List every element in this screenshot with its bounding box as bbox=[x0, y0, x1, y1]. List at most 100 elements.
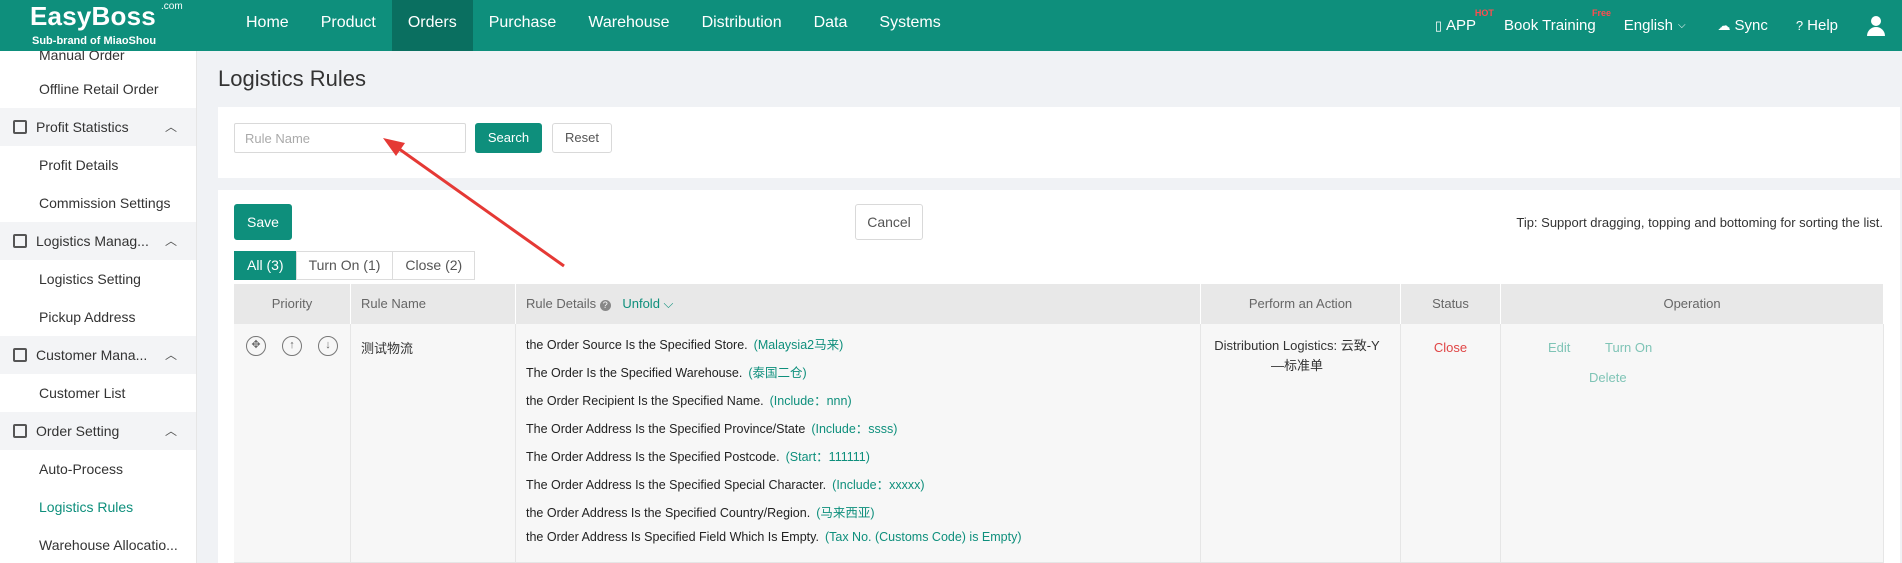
search-button[interactable]: Search bbox=[475, 123, 542, 153]
condition-value: (Tax No. (Customs Code) is Empty) bbox=[824, 530, 1022, 544]
sidebar-group-profit-statistics[interactable]: Profit Statistics ︿ bbox=[0, 108, 196, 146]
truck-icon bbox=[13, 234, 27, 248]
sidebar-item-logistics-rules[interactable]: Logistics Rules bbox=[0, 488, 196, 526]
nav-purchase[interactable]: Purchase bbox=[473, 0, 573, 51]
app-link[interactable]: ▯ APP HOT bbox=[1434, 8, 1494, 34]
rule-condition: The Order Address Is the Specified Provi… bbox=[526, 418, 897, 437]
search-panel: Search Reset bbox=[218, 107, 1900, 178]
nav-orders[interactable]: Orders bbox=[391, 0, 473, 51]
nav-systems[interactable]: Systems bbox=[863, 0, 956, 51]
action-description: Distribution Logistics: 云致-Y —标准单 bbox=[1213, 336, 1381, 376]
help-link[interactable]: ? Help bbox=[1796, 17, 1838, 34]
condition-text: The Order Is the Specified Warehouse. bbox=[526, 366, 743, 380]
easyboss-logo[interactable]: EasyBoss .com Sub-brand of MiaoShou bbox=[30, 1, 183, 49]
free-badge: Free bbox=[1592, 8, 1612, 18]
condition-text: The Order Address Is the Specified Provi… bbox=[526, 422, 806, 436]
sidebar-item-profit-details[interactable]: Profit Details bbox=[0, 146, 196, 184]
sidebar-group-order-setting[interactable]: Order Setting ︿ bbox=[0, 412, 196, 450]
nav-product[interactable]: Product bbox=[305, 0, 392, 51]
status-tabs: All (3) Turn On (1) Close (2) bbox=[234, 251, 476, 280]
condition-value: (泰国二仓) bbox=[748, 366, 807, 380]
turn-on-link[interactable]: Turn On bbox=[1605, 340, 1652, 355]
action-line: Distribution Logistics: 云致-Y bbox=[1214, 338, 1380, 353]
rule-name-search-input[interactable] bbox=[234, 123, 466, 153]
sidebar: Manual Order Offline Retail Order Profit… bbox=[0, 51, 197, 563]
rule-name: 测试物流 bbox=[361, 341, 414, 356]
customer-icon bbox=[13, 348, 27, 362]
table-row-rule-name-cell: 测试物流 bbox=[351, 324, 516, 563]
top-navigation-bar: EasyBoss .com Sub-brand of MiaoShou Home… bbox=[0, 0, 1902, 51]
nav-distribution[interactable]: Distribution bbox=[686, 0, 798, 51]
mobile-icon: ▯ bbox=[1434, 17, 1442, 33]
column-header-rule-details: Rule Details ? Unfold ⌵ bbox=[516, 284, 1201, 324]
cancel-button[interactable]: Cancel bbox=[855, 204, 923, 240]
move-to-top-icon[interactable]: ↑ bbox=[282, 336, 302, 356]
sidebar-group-label: Logistics Manag... bbox=[36, 233, 149, 249]
drag-move-icon[interactable]: ✥ bbox=[246, 336, 266, 356]
language-selector[interactable]: English ⌵ bbox=[1624, 17, 1690, 34]
edit-link[interactable]: Edit bbox=[1548, 340, 1570, 355]
user-avatar-icon[interactable] bbox=[1866, 15, 1886, 36]
sidebar-item-warehouse-allocation[interactable]: Warehouse Allocatio... bbox=[0, 526, 196, 563]
condition-text: The Order Address Is the Specified Postc… bbox=[526, 450, 780, 464]
tab-close[interactable]: Close (2) bbox=[392, 251, 476, 280]
chevron-down-icon: ⌵ bbox=[1677, 20, 1686, 31]
condition-text: The Order Address Is the Specified Speci… bbox=[526, 478, 827, 492]
rule-condition: The Order Is the Specified Warehouse. (泰国… bbox=[526, 362, 807, 381]
chevron-up-icon: ︿ bbox=[164, 348, 177, 362]
rule-condition: The Order Address Is the Specified Postc… bbox=[526, 446, 870, 465]
sidebar-group-logistics-management[interactable]: Logistics Manag... ︿ bbox=[0, 222, 196, 260]
language-label: English bbox=[1623, 17, 1673, 34]
rule-condition: the Order Source Is the Specified Store.… bbox=[526, 334, 843, 353]
question-icon[interactable]: ? bbox=[599, 300, 611, 311]
tab-turn-on[interactable]: Turn On (1) bbox=[295, 251, 394, 280]
rule-condition: the Order Address Is Specified Field Whi… bbox=[526, 530, 1022, 544]
condition-value: (Malaysia2马来) bbox=[753, 338, 844, 352]
condition-value: (Include：nnn) bbox=[769, 394, 852, 408]
column-header-operation: Operation bbox=[1501, 284, 1884, 324]
column-header-priority: Priority bbox=[234, 284, 351, 324]
sidebar-item-offline-retail-order[interactable]: Offline Retail Order bbox=[0, 70, 196, 108]
tab-all[interactable]: All (3) bbox=[234, 251, 297, 280]
nav-home[interactable]: Home bbox=[230, 0, 305, 51]
nav-warehouse[interactable]: Warehouse bbox=[572, 0, 685, 51]
book-training-link[interactable]: Book Training Free bbox=[1504, 8, 1611, 34]
sidebar-item-customer-list[interactable]: Customer List bbox=[0, 374, 196, 412]
condition-text: the Order Address Is Specified Field Whi… bbox=[526, 530, 819, 544]
status-badge: Close bbox=[1433, 340, 1468, 355]
table-row-status-cell: Close bbox=[1401, 324, 1501, 563]
sidebar-item-pickup-address[interactable]: Pickup Address bbox=[0, 298, 196, 336]
move-to-bottom-icon[interactable]: ↓ bbox=[318, 336, 338, 356]
column-header-rule-name: Rule Name bbox=[351, 284, 516, 324]
sidebar-group-label: Profit Statistics bbox=[36, 119, 129, 135]
reset-button[interactable]: Reset bbox=[552, 123, 612, 153]
condition-text: the Order Recipient Is the Specified Nam… bbox=[526, 394, 764, 408]
sync-label: Sync bbox=[1734, 17, 1768, 34]
table-row-rule-details-cell: the Order Source Is the Specified Store.… bbox=[516, 324, 1201, 563]
sync-button[interactable]: ☁ Sync bbox=[1718, 17, 1768, 34]
order-setting-icon bbox=[13, 424, 27, 438]
chevron-up-icon: ︿ bbox=[164, 234, 177, 248]
table-row-priority-cell: ✥ ↑ ↓ bbox=[234, 324, 351, 563]
chevron-up-icon: ︿ bbox=[164, 120, 177, 134]
sidebar-item-auto-process[interactable]: Auto-Process bbox=[0, 450, 196, 488]
sidebar-item-logistics-setting[interactable]: Logistics Setting bbox=[0, 260, 196, 298]
column-header-action: Perform an Action bbox=[1201, 284, 1401, 324]
hot-badge: HOT bbox=[1474, 8, 1494, 18]
help-icon: ? bbox=[1795, 18, 1804, 33]
sidebar-group-label: Customer Mana... bbox=[36, 347, 148, 363]
cloud-icon: ☁ bbox=[1717, 17, 1731, 33]
app-label: APP bbox=[1446, 17, 1477, 34]
condition-text: the Order Source Is the Specified Store. bbox=[526, 338, 748, 352]
profit-statistics-icon bbox=[13, 120, 27, 134]
brand-name: EasyBoss bbox=[30, 1, 156, 31]
rule-condition: the Order Recipient Is the Specified Nam… bbox=[526, 390, 852, 409]
nav-data[interactable]: Data bbox=[798, 0, 864, 51]
condition-value: (Include：xxxxx) bbox=[832, 478, 925, 492]
sidebar-item-commission-settings[interactable]: Commission Settings bbox=[0, 184, 196, 222]
delete-link[interactable]: Delete bbox=[1589, 370, 1627, 385]
sidebar-group-customer-management[interactable]: Customer Mana... ︿ bbox=[0, 336, 196, 374]
unfold-toggle[interactable]: Unfold ⌵ bbox=[622, 296, 673, 311]
rules-table: Priority Rule Name Rule Details ? Unfold… bbox=[234, 284, 1884, 563]
save-button[interactable]: Save bbox=[234, 204, 292, 240]
